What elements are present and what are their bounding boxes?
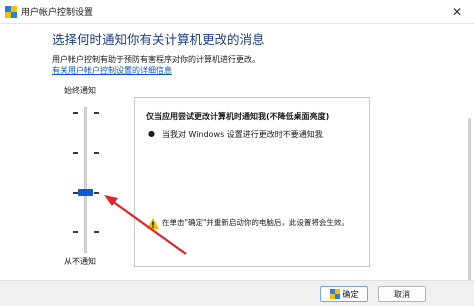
- close-icon: ✕: [451, 5, 463, 19]
- slider-tick: [73, 112, 78, 114]
- bullet-icon: ●: [148, 129, 155, 138]
- setting-title: 仅当应用尝试更改计算机时通知我(不降低桌面亮度): [146, 112, 330, 121]
- slider-thumb[interactable]: [78, 189, 93, 196]
- ok-button[interactable]: 确定: [320, 286, 368, 302]
- uac-shield-icon: [5, 6, 17, 18]
- main-content: 选择何时通知你有关计算机更改的消息 用户帐户控制有助于预防有害程序对你的计算机进…: [0, 24, 474, 304]
- cancel-label: 取消: [394, 289, 410, 299]
- ok-label: 确定: [342, 289, 359, 299]
- slider-tick: [94, 231, 99, 233]
- slider-tick: [94, 192, 99, 194]
- scrollbar[interactable]: [464, 48, 474, 304]
- warning-icon: [147, 218, 159, 229]
- uac-shield-icon: [329, 289, 340, 299]
- close-button[interactable]: ✕: [440, 0, 474, 24]
- cancel-button[interactable]: 取消: [378, 286, 426, 302]
- slider-tick: [73, 231, 78, 233]
- slider-tick: [73, 152, 78, 154]
- slider-top-label: 始终通知: [64, 86, 96, 95]
- scrollbar-thumb[interactable]: [468, 118, 471, 298]
- slider-tick: [94, 152, 99, 154]
- dialog-footer: 确定 取消: [0, 280, 474, 306]
- slider-track[interactable]: [84, 107, 87, 253]
- page-heading: 选择何时通知你有关计算机更改的消息: [52, 32, 265, 47]
- window-title: 用户帐户控制设置: [21, 8, 94, 18]
- uac-details-link[interactable]: 有关用户帐户控制设置的详细信息: [52, 65, 172, 76]
- setting-detail: 当我对 Windows 设置进行更改时不要通知我: [162, 130, 323, 139]
- page-description: 用户帐户控制有助于预防有害程序对你的计算机进行更改。: [52, 55, 260, 64]
- slider-bottom-label: 从不通知: [64, 257, 96, 266]
- restart-notice: 在单击"确定"并重新启动你的电脑后，此设置将会生效。: [162, 218, 349, 227]
- slider-tick: [94, 112, 99, 114]
- title-bar: 用户帐户控制设置 ✕: [0, 0, 474, 24]
- setting-description-panel: 仅当应用尝试更改计算机时通知我(不降低桌面亮度) ● 当我对 Windows 设…: [134, 97, 370, 267]
